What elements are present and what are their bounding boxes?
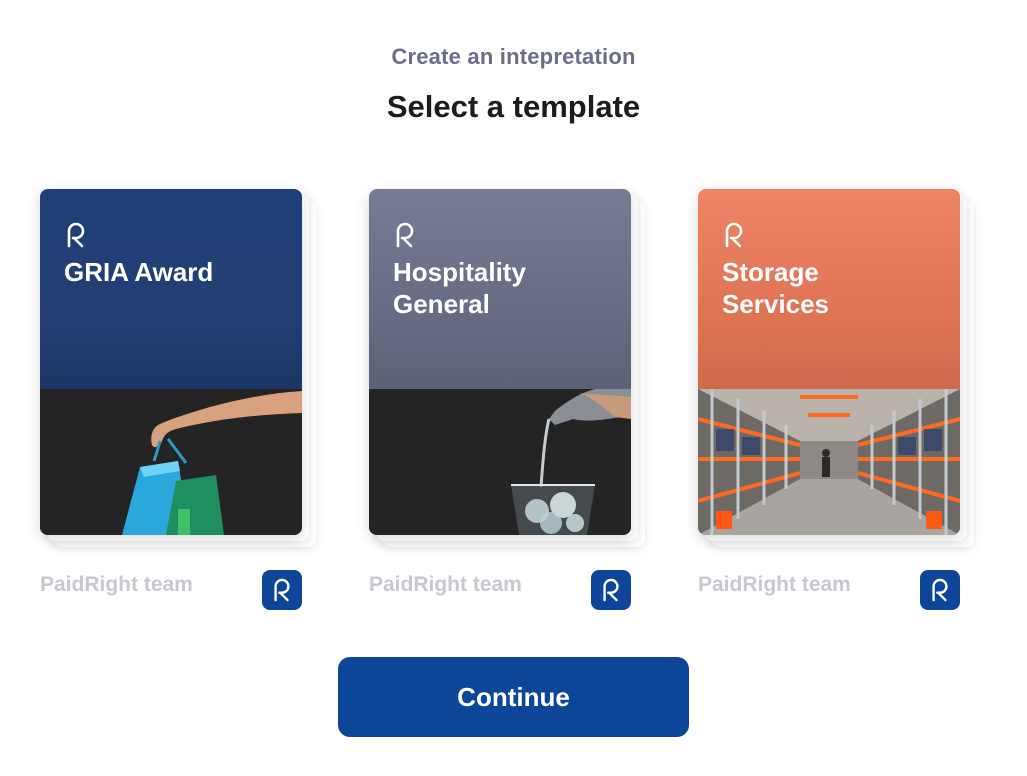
- template-card[interactable]: Hospitality General: [369, 189, 631, 535]
- page-subtitle: Create an intepretation: [391, 44, 636, 69]
- template-card-storage-services[interactable]: Storage Services: [698, 189, 974, 547]
- card-image-water-glass: [369, 389, 631, 535]
- template-author-row: PaidRight team: [40, 570, 302, 610]
- author-badge[interactable]: [591, 570, 631, 610]
- template-card-hospitality-general[interactable]: Hospitality General: [369, 189, 645, 547]
- card-title: Hospitality General: [393, 257, 526, 319]
- author-name: PaidRight team: [40, 573, 193, 596]
- template-card-gria-award[interactable]: GRIA Award: [40, 189, 316, 547]
- card-header: Hospitality General: [369, 189, 631, 389]
- template-author-row: PaidRight team: [369, 570, 631, 610]
- paidright-logo-icon: [932, 578, 948, 602]
- author-name: PaidRight team: [698, 573, 851, 596]
- template-author-row: PaidRight team: [698, 570, 960, 610]
- template-card[interactable]: GRIA Award: [40, 189, 302, 535]
- author-name: PaidRight team: [369, 573, 522, 596]
- paidright-logo-icon: [67, 222, 85, 248]
- card-header: GRIA Award: [40, 189, 302, 389]
- card-image-warehouse: [698, 389, 960, 535]
- card-header: Storage Services: [698, 189, 960, 389]
- paidright-logo-icon: [396, 222, 414, 248]
- card-image-shopping-bags: [40, 389, 302, 535]
- template-card[interactable]: Storage Services: [698, 189, 960, 535]
- author-badge[interactable]: [262, 570, 302, 610]
- author-badge[interactable]: [920, 570, 960, 610]
- card-title: Storage Services: [722, 257, 829, 319]
- continue-button[interactable]: Continue: [338, 657, 689, 737]
- page-title: Select a template: [386, 89, 641, 124]
- card-title: GRIA Award: [64, 257, 214, 287]
- paidright-logo-icon: [274, 578, 290, 602]
- paidright-logo-icon: [603, 578, 619, 602]
- paidright-logo-icon: [725, 222, 743, 248]
